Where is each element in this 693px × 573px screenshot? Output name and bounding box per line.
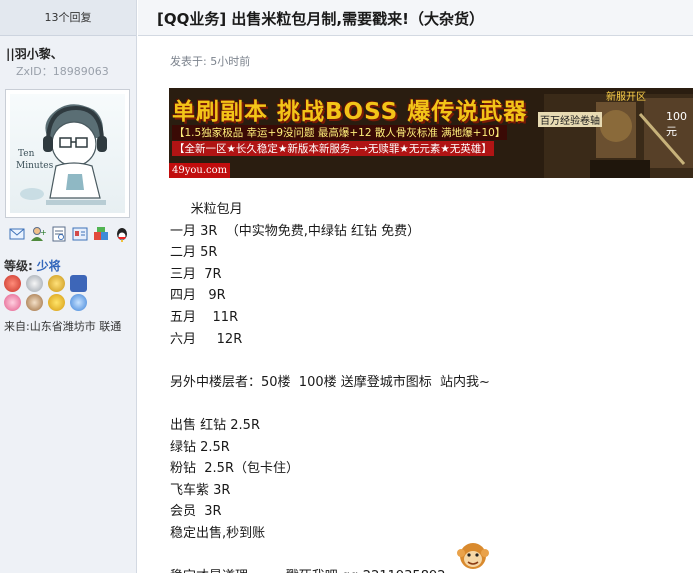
thread-header: [QQ业务] 出售米粒包月制,需要戳来!（大杂货）: [138, 0, 693, 36]
post-line: 三月 7R: [170, 266, 222, 282]
post-line: 飞车紫 3R: [170, 482, 231, 498]
profile-icon[interactable]: [51, 226, 67, 242]
svg-text:+: +: [40, 228, 46, 237]
medal-icon[interactable]: [26, 275, 43, 292]
post-line: 六月 12R: [170, 331, 243, 347]
author-location: 来自:山东省潍坊市 联通: [4, 320, 122, 333]
medal-icon[interactable]: [70, 294, 87, 311]
post-body: 米粒包月一月 3R （中实物免费,中绿钻 红钻 免费） 二月 5R 三月 7R 四月 …: [170, 199, 690, 573]
post-line: 二月 5R: [170, 245, 218, 261]
medal-icon[interactable]: [4, 275, 21, 292]
author-zxid: ZxID：18989063: [16, 65, 109, 78]
reply-count[interactable]: 13个回复: [0, 0, 136, 36]
medal-icon[interactable]: [4, 294, 21, 311]
post-line: 一月 3R （中实物免费,中绿钻 红钻 免费）: [170, 223, 421, 239]
avatar-image: Ten Minutes: [10, 94, 125, 213]
page-title: [QQ业务] 出售米粒包月制,需要戳来!（大杂货）: [157, 10, 484, 28]
post-line: 五月 11R: [170, 309, 239, 325]
banner-number: 100元: [666, 110, 687, 138]
post-line: 出售 红钻 2.5R: [170, 417, 260, 433]
message-icon[interactable]: [9, 226, 25, 242]
medal-icon[interactable]: [26, 294, 43, 311]
level-label: 等级:: [4, 259, 33, 273]
banner-line-2: 【全新一区★长久稳定★新版本新服务→→无赎罪★无元素★无英雄】: [172, 141, 494, 156]
gift-icon[interactable]: [93, 226, 109, 242]
post-line: 四月 9R: [170, 288, 226, 304]
monkey-emoticon-icon: [457, 543, 489, 569]
medal-list: [4, 275, 114, 311]
banner-tag: 新服开区: [606, 92, 646, 103]
add-friend-icon[interactable]: +: [30, 226, 47, 242]
post-line: 稳定出售,秒到账: [170, 525, 266, 541]
banner-url[interactable]: 49you.com: [169, 163, 231, 178]
medal-icon[interactable]: [70, 275, 87, 292]
post-line: 会员 3R: [170, 504, 222, 520]
card-icon[interactable]: [72, 226, 88, 242]
banner-scroll-label: 百万经验卷轴: [538, 112, 602, 127]
svg-text:Ten: Ten: [18, 149, 35, 159]
svg-text:Minutes: Minutes: [16, 161, 54, 171]
ad-banner[interactable]: 单刷副本 挑战BOSS 爆传说武器 【1.5独家极品 幸运+9没问题 最高爆+1…: [169, 88, 693, 178]
level-value[interactable]: 少将: [37, 259, 61, 273]
medal-icon[interactable]: [48, 294, 65, 311]
banner-line-1: 【1.5独家极品 幸运+9没问题 最高爆+12 散人骨灰标准 满地爆+10】: [172, 125, 508, 140]
author-name[interactable]: ||羽小黎、: [6, 45, 63, 62]
post-line: 稳定才是道理。 戳死我吧 qq:2211935892: [170, 566, 690, 573]
user-level: 等级: 少将: [4, 257, 61, 274]
post-line: 绿钻 2.5R: [170, 439, 230, 455]
qq-icon[interactable]: [114, 226, 130, 242]
author-sidebar: 13个回复 ||羽小黎、 ZxID：18989063 Ten Minutes +…: [0, 0, 137, 573]
banner-headline: 单刷副本 挑战BOSS 爆传说武器: [172, 99, 528, 125]
post-line: 米粒包月: [170, 202, 243, 217]
post-time: 发表于: 5小时前: [170, 55, 251, 68]
avatar[interactable]: Ten Minutes: [5, 89, 130, 218]
post-line: 粉钻 2.5R（包卡住）: [170, 461, 299, 477]
medal-icon[interactable]: [48, 275, 65, 292]
post-line: 另外中楼层者：50楼 100楼 送摩登城市图标 站内我~: [170, 374, 490, 390]
